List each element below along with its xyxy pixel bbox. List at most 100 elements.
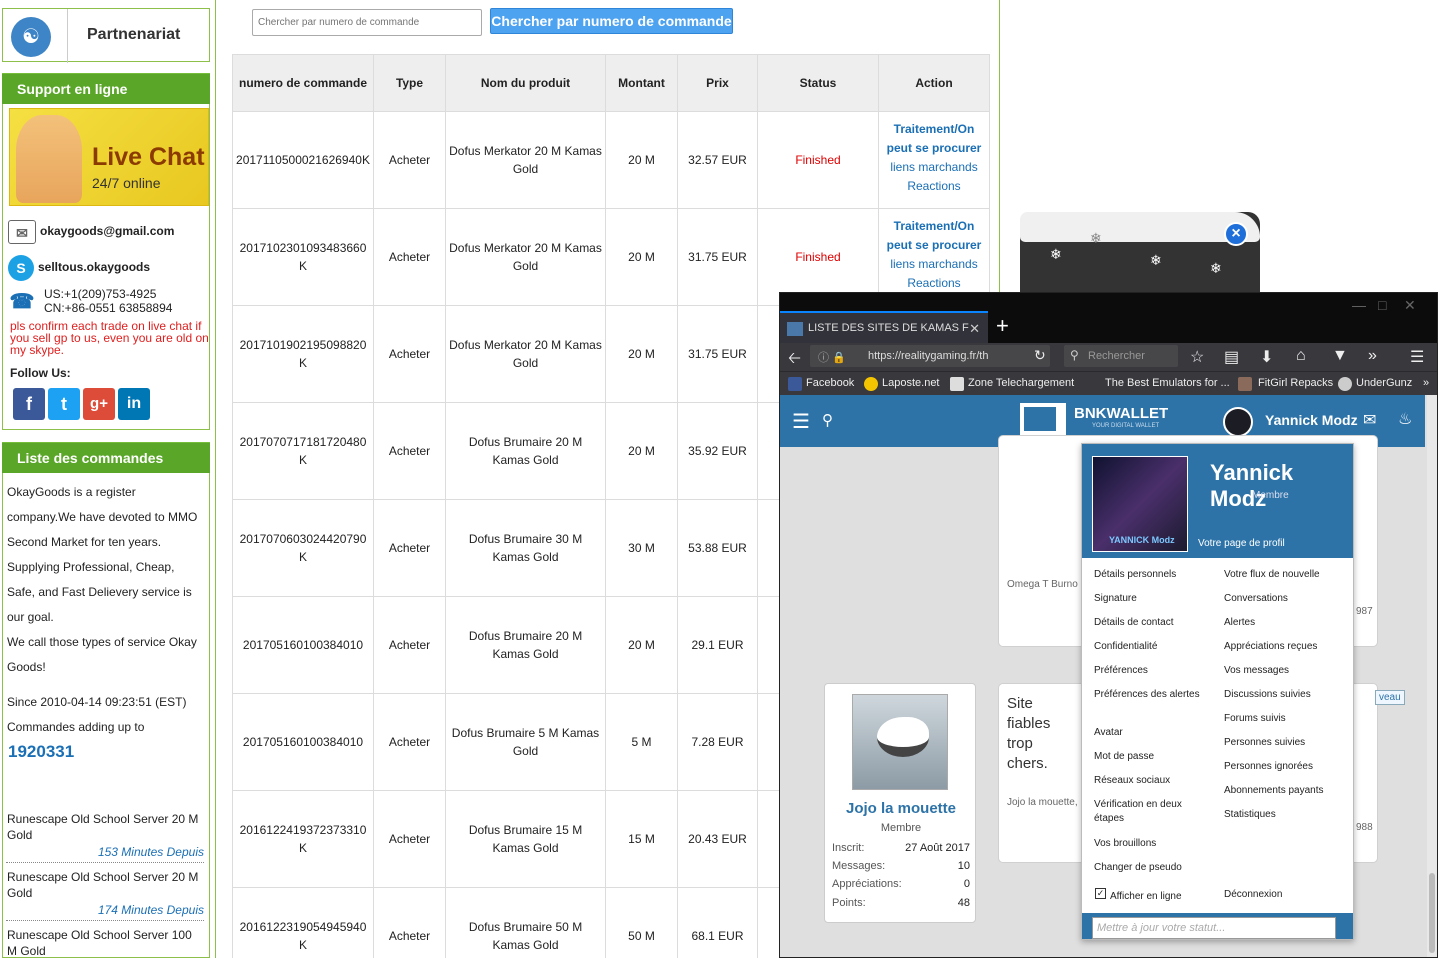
pocket-icon[interactable]: ▼ <box>1332 347 1348 365</box>
show-online-label[interactable]: Afficher en ligne <box>1110 890 1230 904</box>
browser-tab[interactable]: LISTE DES SITES DE KAMAS F ✕ <box>780 311 988 343</box>
overflow-icon[interactable]: » <box>1368 347 1377 365</box>
bookmark-item[interactable]: Laposte.net <box>882 377 940 389</box>
stat-label: Messages: <box>832 860 886 872</box>
close-ad-icon[interactable]: × <box>1224 222 1248 246</box>
avatar[interactable]: YANNICK Modz <box>1092 456 1188 552</box>
facebook-icon[interactable]: f <box>13 388 45 420</box>
reload-icon[interactable]: ↻ <box>1034 347 1046 364</box>
close-tab-icon[interactable]: ✕ <box>969 321 980 337</box>
price-cell: 20.43 EUR <box>677 790 758 888</box>
bookmark-item[interactable]: FitGirl Repacks <box>1258 377 1333 389</box>
profile-page-link[interactable]: Votre page de profil <box>1198 538 1285 549</box>
back-icon[interactable]: 🡠 <box>788 347 801 374</box>
menu-item[interactable]: Réseaux sociaux <box>1094 774 1214 788</box>
menu-item[interactable]: Conversations <box>1224 592 1344 606</box>
reactions-link[interactable]: Reactions <box>882 177 986 196</box>
site-logo[interactable]: BNKWALLET YOUR DIGITAL WALLET <box>1020 403 1172 439</box>
google-plus-icon[interactable]: g+ <box>83 388 115 420</box>
skype-contact[interactable]: Sselltous.okaygoods <box>8 255 150 281</box>
user-menu-header: YANNICK Modz Yannick Modz Membre Votre p… <box>1082 444 1353 558</box>
menu-item[interactable]: Alertes <box>1224 616 1344 630</box>
scrollbar[interactable] <box>1427 395 1437 957</box>
bookmark-star-icon[interactable]: ☆ <box>1190 347 1204 367</box>
menu-item[interactable]: Personnes ignorées <box>1224 760 1344 774</box>
menu-item[interactable]: Statistiques <box>1224 808 1344 822</box>
amount-cell: 5 M <box>605 693 678 791</box>
url-bar[interactable]: ⓘ 🔒 https://realitygaming.fr/th <box>810 345 1050 367</box>
logo-mark <box>1020 403 1066 435</box>
email-contact[interactable]: ✉ okaygoods@gmail.com <box>8 220 174 244</box>
home-icon[interactable]: ⌂ <box>1296 347 1306 365</box>
menu-item[interactable]: Appréciations reçues <box>1224 640 1344 654</box>
trade-notice: pls confirm each trade on live chat if y… <box>10 319 209 357</box>
status-cell: Finished <box>757 111 879 209</box>
about-line: Second Market for ten years. <box>7 535 162 549</box>
menu-item[interactable]: Préférences <box>1094 664 1214 678</box>
about-line: company.We have devoted to MMO <box>7 510 198 524</box>
user-stat: Inscrit: 27 Août 2017 <box>832 842 970 854</box>
menu-item[interactable]: Confidentialité <box>1094 640 1214 654</box>
maximize-icon[interactable]: □ <box>1378 297 1386 313</box>
live-chat-banner[interactable]: Live Chat 24/7 online <box>9 108 209 206</box>
merchant-links-link[interactable]: liens marchands <box>882 158 986 177</box>
menu-item[interactable]: Changer de pseudo <box>1094 861 1214 875</box>
search-icon[interactable]: ⚲ <box>822 411 833 429</box>
bookmark-item[interactable]: The Best Emulators for ... <box>1105 377 1230 389</box>
user-card: Jojo la mouette Membre Inscrit: 27 Août 2… <box>824 683 976 923</box>
avatar[interactable] <box>1223 407 1253 437</box>
menu-item[interactable]: Discussions suivies <box>1224 688 1344 702</box>
logout-link[interactable]: Déconnexion <box>1224 888 1344 902</box>
menu-item[interactable]: Détails personnels <box>1094 568 1214 582</box>
partnership-link[interactable]: ☯ Partnenariat <box>2 8 210 63</box>
process-order-link[interactable]: Traitement/On peut se procurer <box>882 217 986 255</box>
menu-item[interactable]: Vos messages <box>1224 664 1344 678</box>
menu-item[interactable]: Abonnements payants <box>1224 784 1344 798</box>
menu-item[interactable]: Forums suivis <box>1224 712 1344 726</box>
merchant-links-link[interactable]: liens marchands <box>882 255 986 274</box>
header-username[interactable]: Yannick Modz <box>1265 412 1358 428</box>
menu-item[interactable]: Votre flux de nouvelle <box>1224 568 1344 582</box>
floating-ad[interactable]: ❄ ❄ ❄ ❄ <box>1020 212 1260 297</box>
bell-icon[interactable]: ♨ <box>1398 409 1412 429</box>
download-icon[interactable]: ⬇ <box>1260 347 1273 367</box>
menu-item[interactable]: Avatar <box>1094 726 1214 740</box>
menu-role: Membre <box>1252 490 1289 501</box>
new-tab-icon[interactable]: + <box>996 313 1009 339</box>
type-cell: Acheter <box>373 208 446 306</box>
menu-item[interactable]: Détails de contact <box>1094 616 1214 630</box>
order-number-cell: 2017070603024420790K <box>232 499 374 597</box>
show-online-checkbox[interactable]: ✓ <box>1095 888 1106 899</box>
close-icon[interactable]: ✕ <box>1404 297 1416 314</box>
twitter-icon[interactable]: t <box>48 388 80 420</box>
scrollbar-thumb[interactable] <box>1429 873 1435 953</box>
bookmark-item[interactable]: Facebook <box>806 377 854 389</box>
reactions-link[interactable]: Reactions <box>882 274 986 293</box>
order-search-button[interactable]: Chercher par numero de commande <box>490 8 733 34</box>
user-photo[interactable] <box>852 694 948 790</box>
menu-icon[interactable]: ☰ <box>1410 347 1424 367</box>
hamburger-icon[interactable]: ☰ <box>792 409 810 434</box>
linkedin-icon[interactable]: in <box>118 388 150 420</box>
menu-item[interactable]: Signature <box>1094 592 1214 606</box>
menu-item[interactable]: Personnes suivies <box>1224 736 1344 750</box>
menu-item[interactable]: Vérification en deux étapes <box>1094 798 1214 826</box>
menu-item[interactable]: Préférences des alertes <box>1094 688 1214 702</box>
bookmark-item[interactable]: Zone Telechargement <box>968 377 1074 389</box>
reading-list-icon[interactable]: ▤ <box>1224 347 1239 367</box>
skype-icon: S <box>8 255 34 281</box>
laposte-icon <box>864 377 878 391</box>
bookmark-item[interactable]: UnderGunz <box>1356 377 1412 389</box>
minimize-icon[interactable]: — <box>1352 297 1366 313</box>
menu-username: Yannick Modz <box>1210 460 1294 511</box>
status-input[interactable]: Mettre à jour votre statut... <box>1092 917 1336 939</box>
since-date: Since 2010-04-14 09:23:51 (EST) <box>7 695 187 709</box>
menu-item[interactable]: Mot de passe <box>1094 750 1214 764</box>
envelope-icon[interactable]: ✉ <box>1363 410 1376 430</box>
process-order-link[interactable]: Traitement/On peut se procurer <box>882 120 986 158</box>
bookmarks-overflow-icon[interactable]: » <box>1423 377 1429 389</box>
browser-search-input[interactable]: ⚲ Rechercher <box>1064 345 1178 367</box>
order-search-input[interactable] <box>252 9 482 36</box>
menu-item[interactable]: Vos brouillons <box>1094 837 1214 851</box>
user-card-name[interactable]: Jojo la mouette <box>825 800 977 817</box>
